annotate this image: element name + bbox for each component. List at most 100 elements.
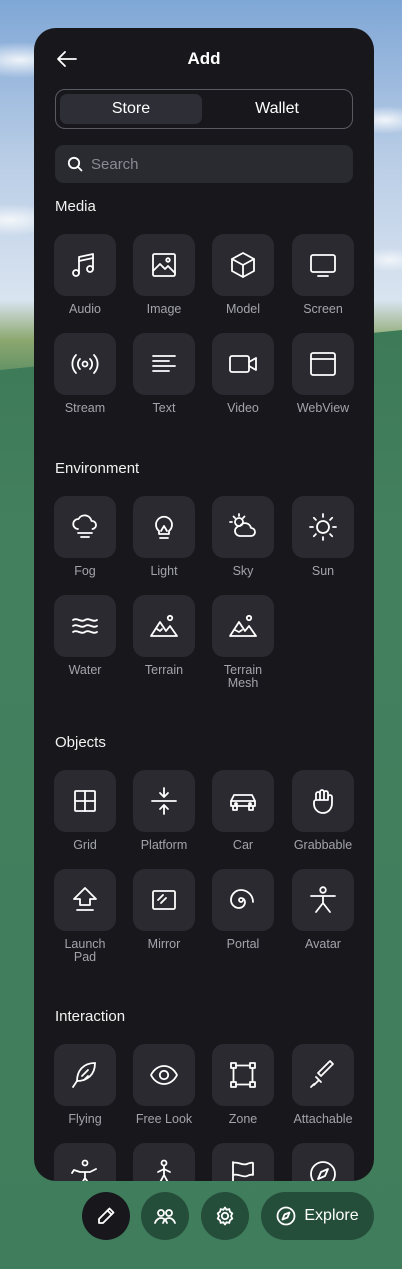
partly-cloudy-icon	[229, 513, 256, 537]
tile-person-sit[interactable]	[133, 1143, 195, 1181]
tile-image[interactable]	[133, 234, 195, 296]
compass-icon	[276, 1206, 296, 1226]
tile-text[interactable]	[133, 333, 195, 395]
tile-label: Avatar	[305, 937, 341, 951]
section-title: Media	[55, 198, 96, 215]
tile-zone[interactable]	[212, 1044, 274, 1106]
tile-launch-pad[interactable]	[54, 869, 116, 931]
spiral-portal-icon	[230, 889, 254, 909]
zone-square-icon	[230, 1062, 256, 1088]
tile-label: Terrain	[144, 663, 184, 677]
tile-sky[interactable]	[212, 496, 274, 558]
person-dance-icon	[71, 1159, 97, 1181]
search-icon	[67, 156, 83, 172]
tile-audio[interactable]	[54, 234, 116, 296]
section-title: Objects	[55, 734, 106, 751]
hand-grab-icon	[313, 789, 333, 814]
people-icon	[154, 1209, 176, 1224]
section-title: Interaction	[55, 1008, 126, 1025]
tile-stream[interactable]	[54, 333, 116, 395]
person-sit-icon	[157, 1159, 171, 1181]
add-panel: Add Store Wallet Media Audio Image Model Scr…	[34, 28, 374, 1181]
monitor-icon	[310, 254, 336, 277]
tile-fog[interactable]	[54, 496, 116, 558]
tile-label: Free Look	[135, 1112, 193, 1126]
music-note-icon	[72, 253, 94, 277]
tile-platform[interactable]	[133, 770, 195, 832]
mountains-icon	[150, 614, 178, 637]
car-icon	[230, 794, 256, 811]
mountains-mesh-icon	[229, 614, 257, 637]
launch-arrow-icon	[73, 887, 97, 911]
explore-button[interactable]: Explore	[261, 1192, 374, 1240]
tile-person-dance[interactable]	[54, 1143, 116, 1181]
tile-label: Launch Pad	[64, 937, 106, 964]
fog-cloud-icon	[72, 514, 97, 538]
tile-webview[interactable]	[292, 333, 354, 395]
bottom-toolbar: Explore	[0, 1192, 402, 1242]
tile-flying[interactable]	[54, 1044, 116, 1106]
tile-label: Sky	[232, 564, 254, 578]
tile-label: Water	[68, 663, 102, 677]
tile-avatar[interactable]	[292, 869, 354, 931]
sun-icon	[309, 513, 337, 541]
tile-light[interactable]	[133, 496, 195, 558]
tile-label: Screen	[303, 302, 343, 316]
tile-label: Platform	[140, 838, 188, 852]
tile-terrain[interactable]	[133, 595, 195, 657]
browser-window-icon	[310, 352, 336, 376]
video-camera-icon	[229, 355, 257, 373]
waves-icon	[72, 618, 98, 634]
tab-wallet[interactable]: Wallet	[206, 94, 348, 124]
person-icon	[310, 886, 336, 913]
tile-label: Fog	[74, 564, 96, 578]
settings-button[interactable]	[201, 1192, 249, 1240]
platform-arrows-icon	[151, 787, 177, 815]
tile-grid[interactable]	[54, 770, 116, 832]
sword-icon	[310, 1060, 334, 1088]
tile-free-look[interactable]	[133, 1044, 195, 1106]
tile-label: Terrain Mesh	[223, 663, 263, 690]
search-input[interactable]	[91, 155, 331, 173]
people-button[interactable]	[141, 1192, 189, 1240]
tile-video[interactable]	[212, 333, 274, 395]
tile-label: Sun	[311, 564, 335, 578]
tile-label: WebView	[296, 401, 350, 415]
eye-icon	[150, 1065, 178, 1085]
explore-label: Explore	[304, 1207, 359, 1224]
tile-label: Car	[232, 838, 254, 852]
tile-label: Stream	[64, 401, 106, 415]
tab-store[interactable]: Store	[60, 94, 202, 124]
tile-label: Flying	[68, 1112, 102, 1126]
pencil-icon	[98, 1207, 115, 1224]
store-wallet-toggle: Store Wallet	[55, 89, 353, 129]
page-title: Add	[187, 49, 221, 68]
tile-screen[interactable]	[292, 234, 354, 296]
edit-button[interactable]	[82, 1192, 130, 1240]
tile-mirror[interactable]	[133, 869, 195, 931]
tile-label: Model	[225, 302, 261, 316]
tile-label: Text	[152, 401, 176, 415]
tile-attachable[interactable]	[292, 1044, 354, 1106]
image-icon	[152, 253, 176, 277]
tile-car[interactable]	[212, 770, 274, 832]
tile-label: Portal	[226, 937, 260, 951]
tile-flag[interactable]	[212, 1143, 274, 1181]
tile-water[interactable]	[54, 595, 116, 657]
section-title: Environment	[55, 460, 140, 477]
tile-label: Zone	[228, 1112, 258, 1126]
tile-label: Video	[227, 401, 259, 415]
compass-icon	[310, 1161, 336, 1181]
mirror-icon	[152, 890, 176, 910]
panel-header: Add	[34, 28, 374, 90]
gear-icon	[216, 1206, 234, 1226]
tile-model[interactable]	[212, 234, 274, 296]
tile-sun[interactable]	[292, 496, 354, 558]
tile-label: Light	[150, 564, 178, 578]
tile-label: Audio	[69, 302, 101, 316]
tile-portal[interactable]	[212, 869, 274, 931]
tile-terrain-mesh[interactable]	[212, 595, 274, 657]
tile-grabbable[interactable]	[292, 770, 354, 832]
tile-compass[interactable]	[292, 1143, 354, 1181]
tile-label: Image	[146, 302, 182, 316]
